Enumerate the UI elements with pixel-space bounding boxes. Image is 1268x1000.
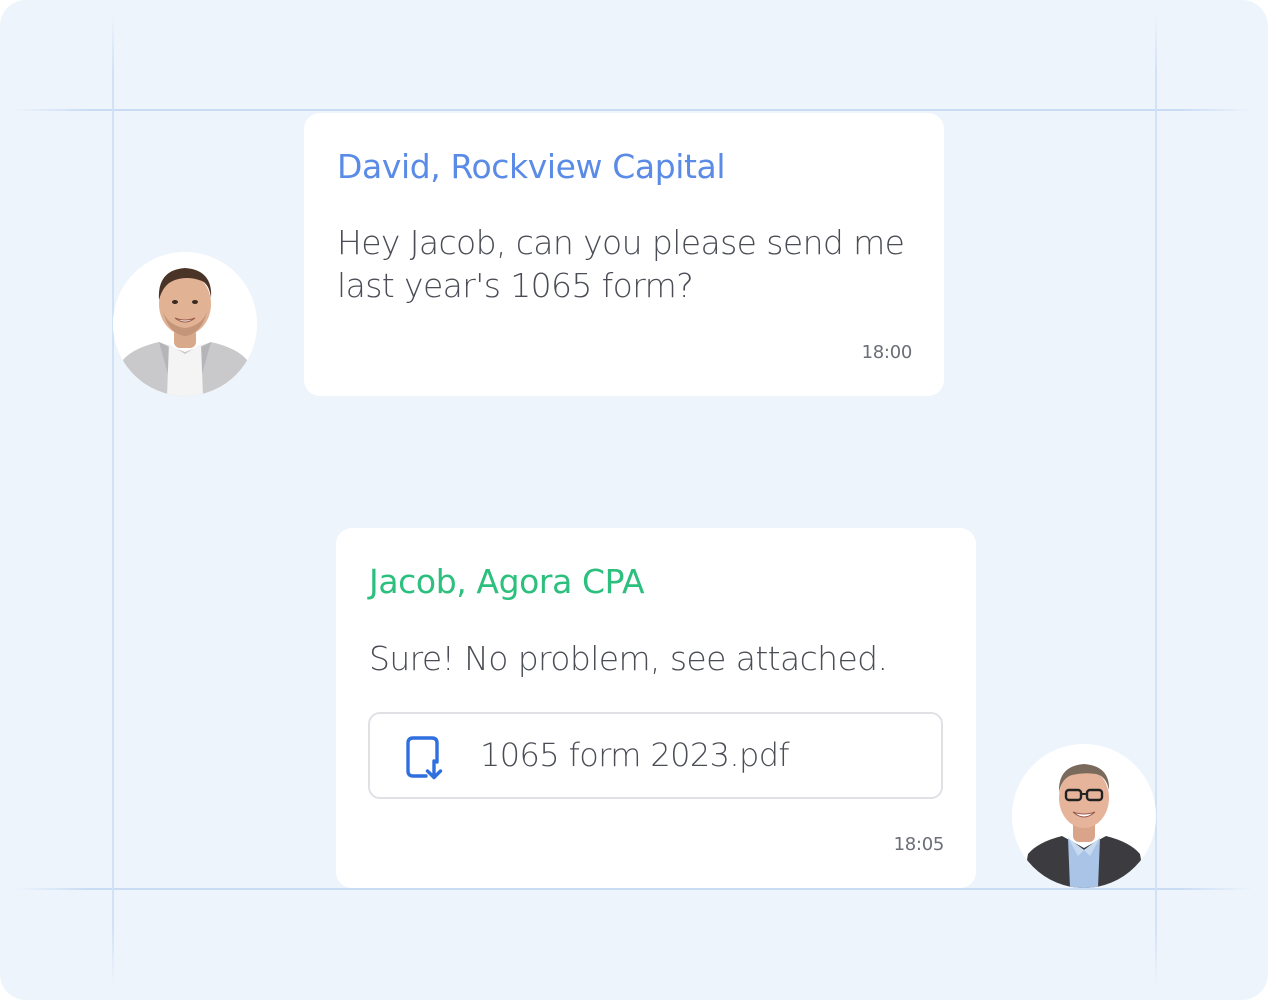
chat-canvas: David, Rockview Capital Hey Jacob, can y…: [0, 0, 1268, 1000]
attachment-filename: 1065 form 2023.pdf: [480, 736, 790, 774]
message-timestamp: 18:00: [861, 342, 913, 363]
man-portrait-glasses-dark-suit: [1012, 744, 1156, 888]
message-timestamp: 18:05: [893, 834, 945, 855]
man-portrait-light-blazer: [113, 252, 257, 396]
message-bubble-jacob: Jacob, Agora CPA Sure! No problem, see a…: [336, 528, 976, 888]
message-bubble-david: David, Rockview Capital Hey Jacob, can y…: [304, 113, 944, 396]
avatar-david: [113, 252, 257, 396]
attachment-file[interactable]: 1065 form 2023.pdf: [368, 712, 943, 799]
guide-line-bottom: [14, 888, 1254, 890]
message-text: Hey Jacob, can you please send me last y…: [337, 223, 905, 305]
message-text: Sure! No problem, see attached.: [369, 639, 888, 678]
guide-line-left: [112, 14, 114, 986]
avatar-jacob: [1012, 744, 1156, 888]
guide-line-top: [14, 109, 1254, 111]
guide-line-right: [1155, 14, 1157, 986]
file-download-icon: [406, 736, 443, 780]
sender-name: Jacob, Agora CPA: [369, 562, 645, 601]
sender-name: David, Rockview Capital: [337, 147, 726, 186]
